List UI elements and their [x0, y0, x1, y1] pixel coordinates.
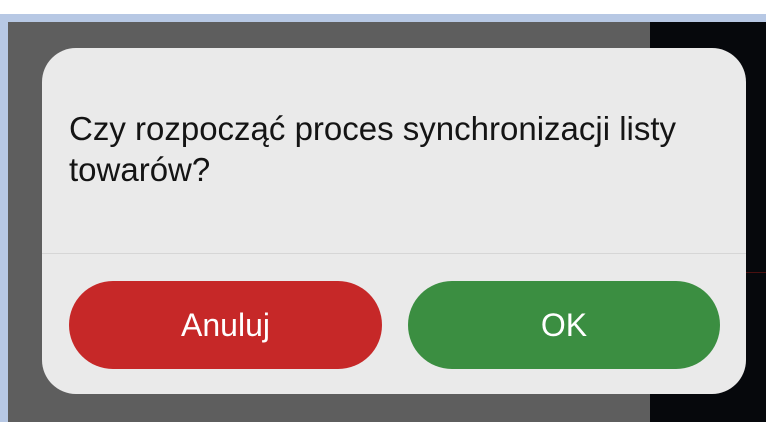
- cancel-button[interactable]: Anuluj: [69, 281, 382, 369]
- ok-button[interactable]: OK: [408, 281, 720, 369]
- dialog-divider: [42, 253, 746, 254]
- dialog-message: Czy rozpocząć proces synchronizacji list…: [69, 110, 677, 188]
- confirmation-dialog: Czy rozpocząć proces synchronizacji list…: [42, 48, 746, 394]
- window-left-border: [0, 14, 8, 422]
- window-top-border: [0, 14, 766, 22]
- screen: Czy rozpocząć proces synchronizacji list…: [0, 0, 766, 422]
